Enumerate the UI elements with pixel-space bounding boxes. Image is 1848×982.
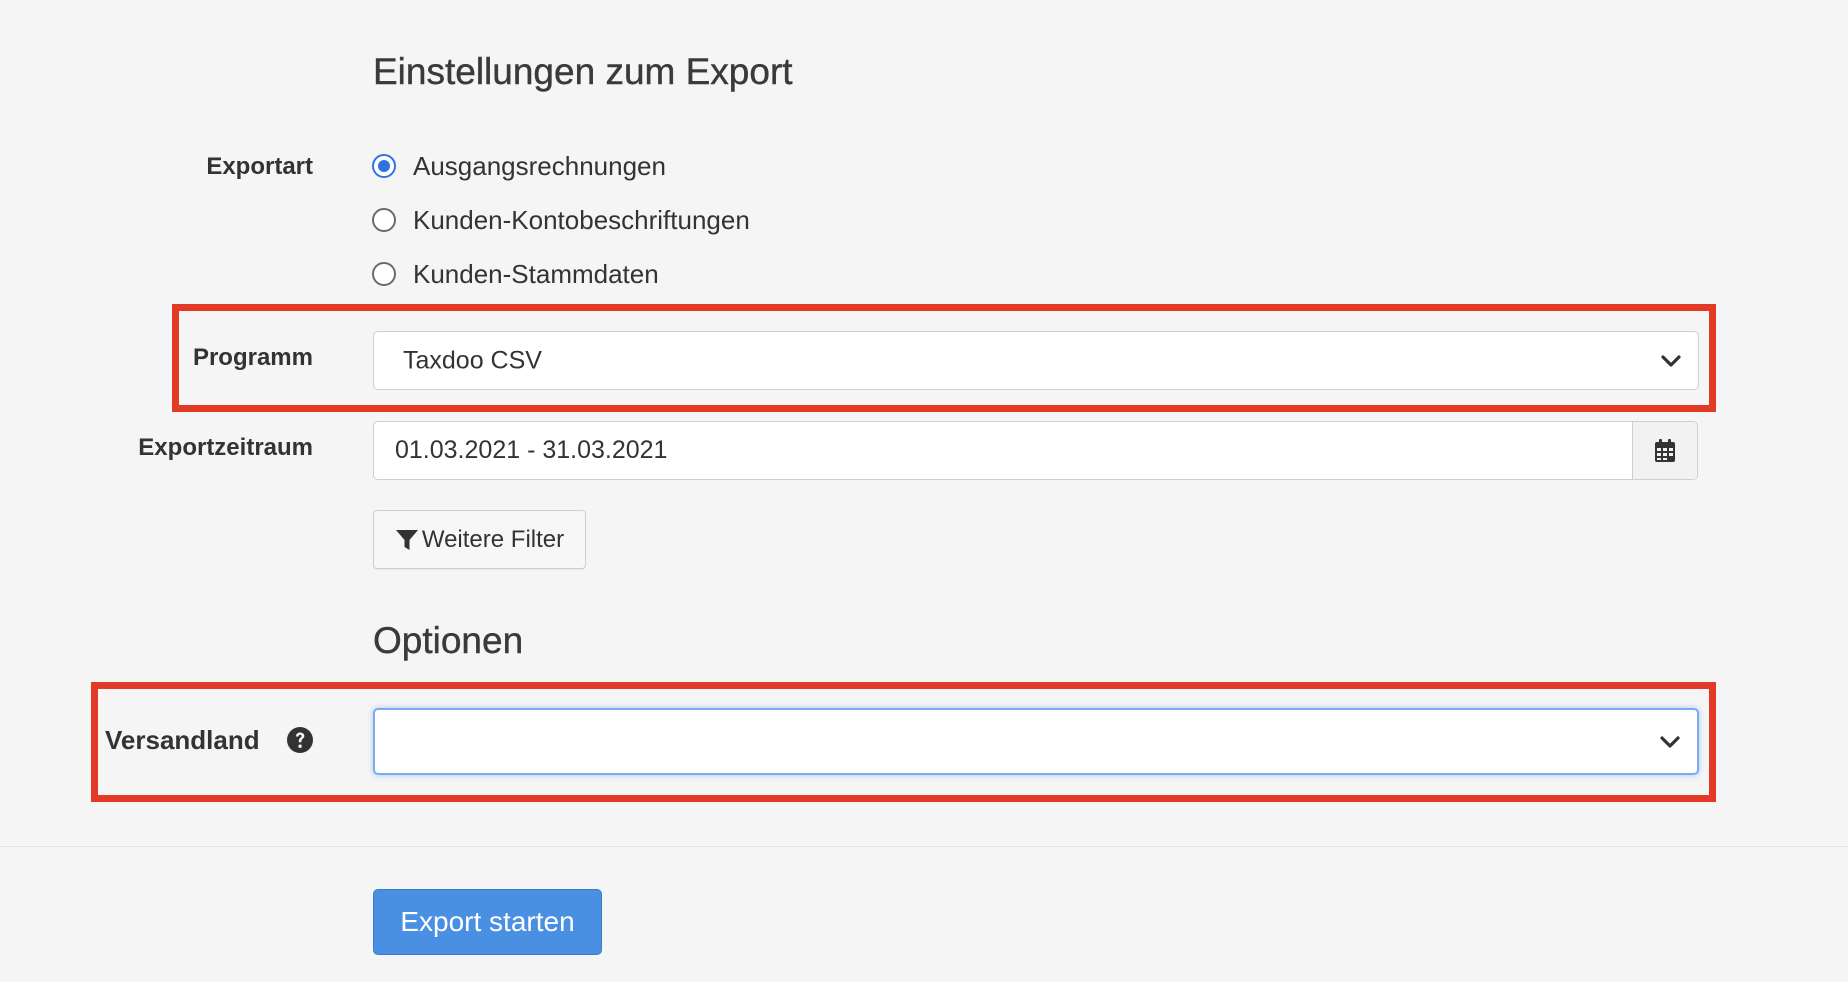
program-select[interactable]: Taxdoo CSV xyxy=(373,331,1699,390)
shipping-country-label: Versandland xyxy=(105,725,260,755)
radio-label: Kunden-Stammdaten xyxy=(413,258,659,289)
export-settings-page: Einstellungen zum Export Exportart Ausga… xyxy=(0,0,1848,982)
options-heading: Optionen xyxy=(373,620,524,661)
shipping-country-select[interactable] xyxy=(373,708,1699,775)
more-filters-label: Weitere Filter xyxy=(421,525,565,553)
chevron-down-icon xyxy=(1661,354,1681,367)
program-select-value: Taxdoo CSV xyxy=(403,346,542,374)
export-period-label: Exportzeitraum xyxy=(138,434,313,461)
radio-button-checked[interactable] xyxy=(372,154,396,178)
radio-button[interactable] xyxy=(372,262,396,286)
export-settings-heading: Einstellungen zum Export xyxy=(373,51,793,92)
export-type-label: Exportart xyxy=(206,153,313,180)
start-export-button[interactable]: Export starten xyxy=(373,889,602,955)
calendar-button[interactable] xyxy=(1632,422,1697,479)
question-circle-icon[interactable] xyxy=(286,726,314,754)
chevron-down-icon xyxy=(1660,735,1680,748)
radio-label: Ausgangsrechnungen xyxy=(413,150,666,181)
form-footer-divider xyxy=(0,846,1848,847)
radio-option-ausgangsrechnungen[interactable]: Ausgangsrechnungen xyxy=(372,149,666,183)
program-label: Programm xyxy=(192,344,313,371)
export-period-group xyxy=(373,421,1698,480)
radio-option-kunden-kontobeschriftungen[interactable]: Kunden-Kontobeschriftungen xyxy=(372,203,750,237)
export-period-input[interactable] xyxy=(374,422,1634,479)
radio-option-kunden-stammdaten[interactable]: Kunden-Stammdaten xyxy=(372,257,659,291)
radio-button[interactable] xyxy=(372,208,396,232)
radio-label: Kunden-Kontobeschriftungen xyxy=(413,204,750,235)
start-export-label: Export starten xyxy=(400,906,575,937)
calendar-icon xyxy=(1655,438,1675,462)
filter-icon xyxy=(395,529,418,550)
more-filters-button[interactable]: Weitere Filter xyxy=(373,510,586,569)
